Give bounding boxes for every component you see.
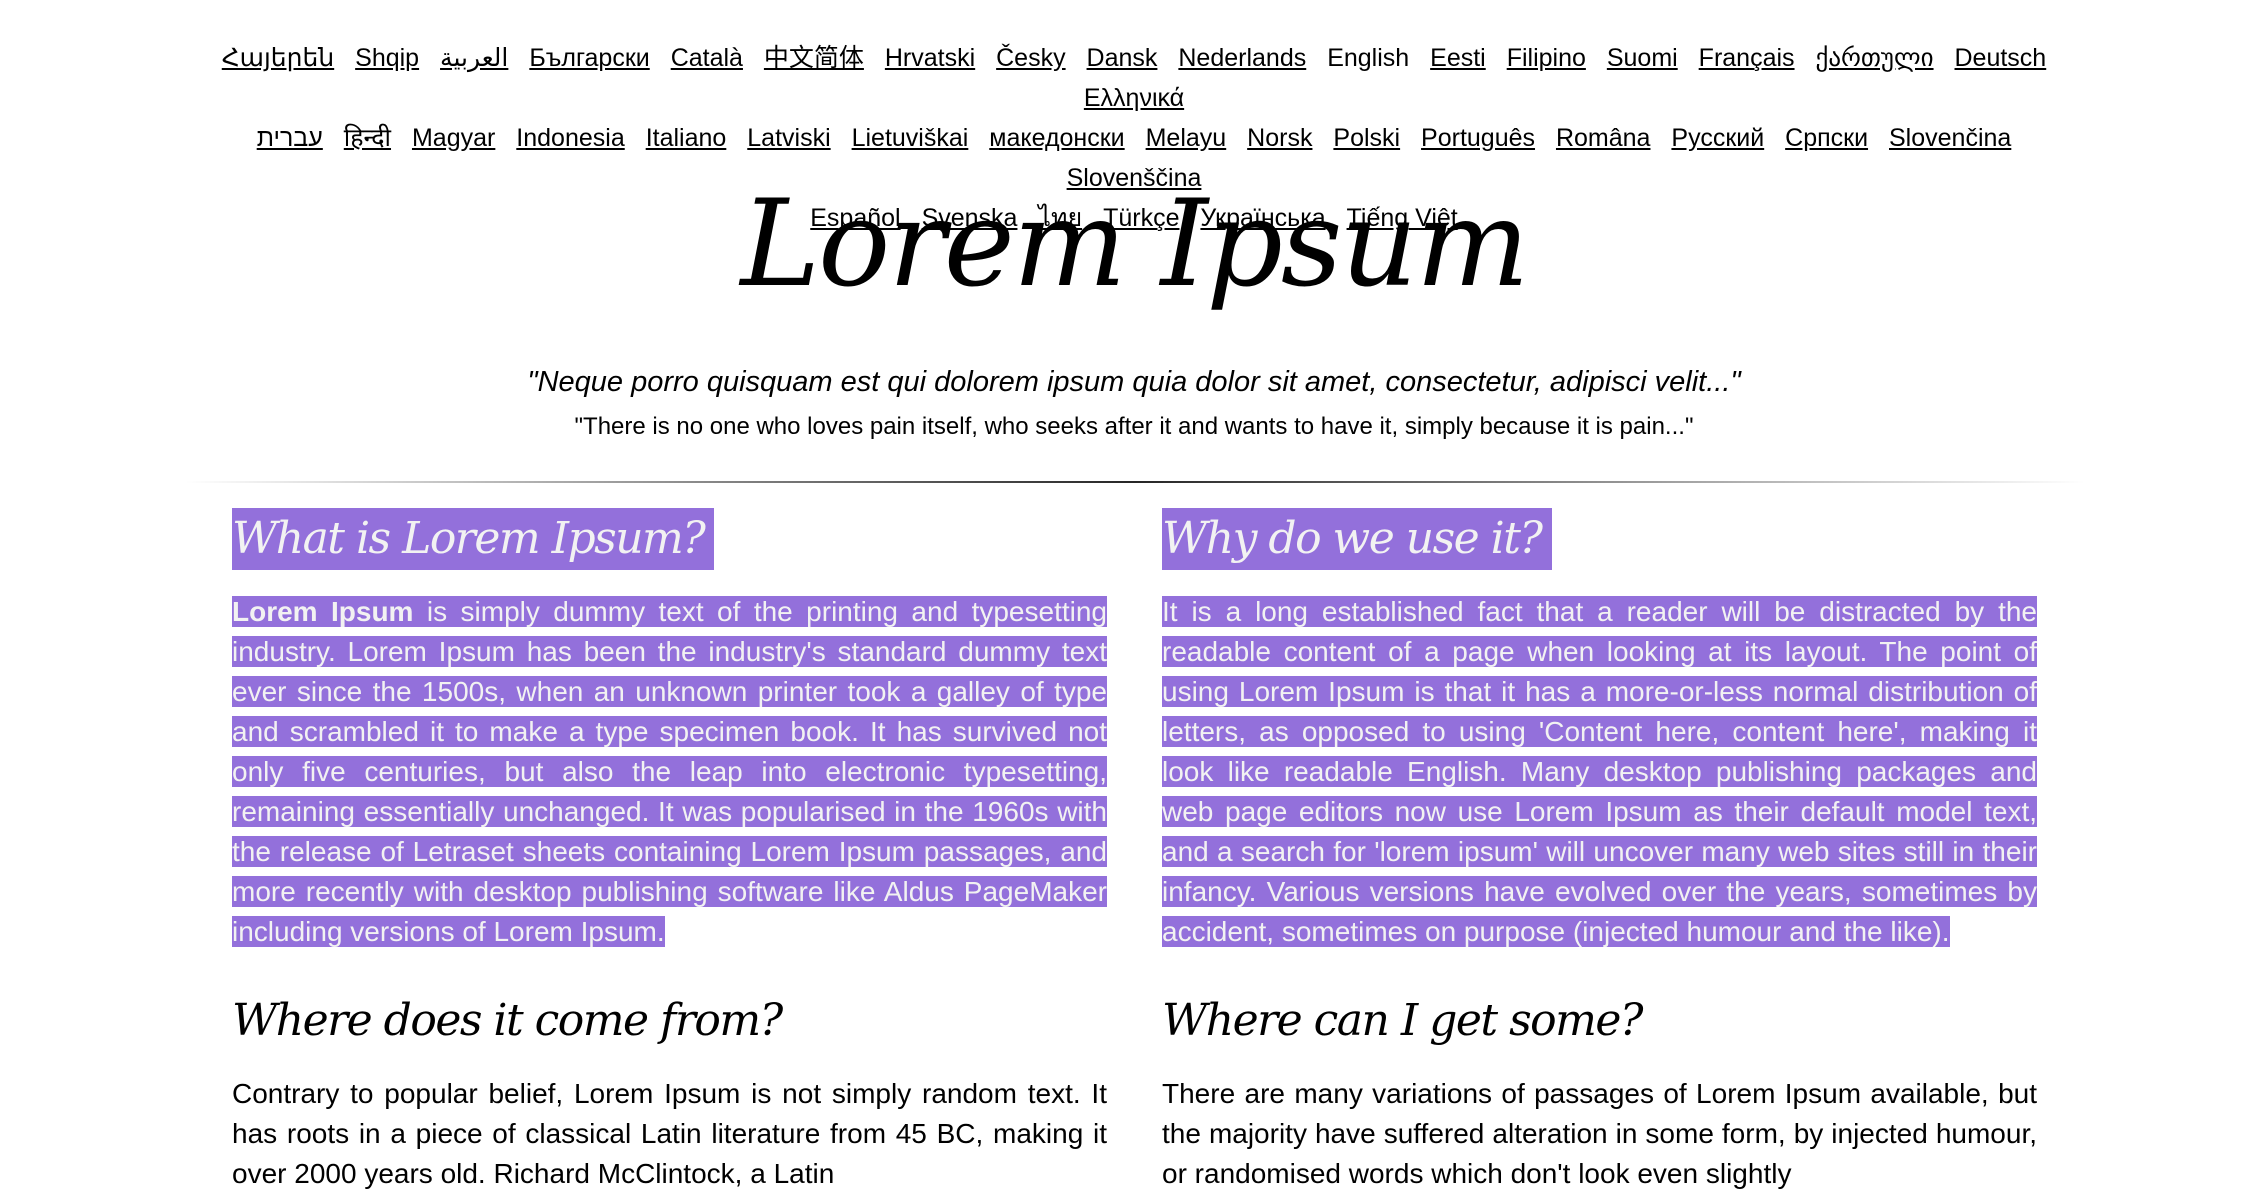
language-link[interactable]: עברית (257, 124, 323, 152)
language-link[interactable]: العربية (440, 44, 508, 72)
language-link[interactable]: Français (1699, 44, 1795, 72)
section-heading: Why do we use it? (1162, 508, 1552, 570)
language-link[interactable]: हिन्दी (344, 124, 391, 152)
section-body: Contrary to popular belief, Lorem Ipsum … (232, 1078, 1107, 1189)
language-link[interactable]: Indonesia (516, 124, 624, 152)
language-link[interactable]: Melayu (1146, 124, 1227, 152)
language-link[interactable]: Magyar (412, 124, 495, 152)
latin-quote: "Neque porro quisquam est qui dolorem ip… (527, 366, 1741, 398)
language-current: English (1327, 44, 1410, 72)
section-what-is-lorem-ipsum: What is Lorem Ipsum? Lorem Ipsum is simp… (232, 508, 1107, 952)
language-link[interactable]: Norsk (1247, 124, 1312, 152)
language-link[interactable]: Ελληνικά (1084, 84, 1184, 112)
language-link[interactable]: Հայերեն (222, 44, 334, 72)
language-link[interactable]: Português (1421, 124, 1535, 152)
body-text: is simply dummy text of the printing and… (232, 596, 1107, 947)
language-link[interactable]: Српски (1785, 124, 1868, 152)
section-heading: Where does it come from? (232, 995, 783, 1046)
language-link[interactable]: Româna (1556, 124, 1651, 152)
language-link[interactable]: Suomi (1607, 44, 1678, 72)
language-link[interactable]: Filipino (1507, 44, 1586, 72)
page-title: Lorem Ipsum (740, 175, 1529, 314)
section-heading: Where can I get some? (1162, 995, 1644, 1046)
language-link[interactable]: Eesti (1430, 44, 1486, 72)
language-link[interactable]: Shqip (355, 44, 419, 72)
language-link[interactable]: Slovenčina (1889, 124, 2011, 152)
language-row: Հայերեն Shqip العربية Български Català 中… (200, 38, 2068, 118)
section-where-get: Where can I get some? There are many var… (1162, 990, 2037, 1194)
language-link[interactable]: Hrvatski (885, 44, 975, 72)
section-body: Lorem Ipsum is simply dummy text of the … (232, 592, 1107, 952)
section-body: There are many variations of passages of… (1162, 1078, 2037, 1189)
language-link[interactable]: Русский (1671, 124, 1764, 152)
section-where-from: Where does it come from? Contrary to pop… (232, 990, 1107, 1194)
language-link[interactable]: Latviski (747, 124, 830, 152)
language-link[interactable]: Česky (996, 44, 1065, 72)
language-link[interactable]: Български (529, 44, 649, 72)
language-link[interactable]: Italiano (646, 124, 727, 152)
section-why-use-it: Why do we use it? It is a long establish… (1162, 508, 2037, 952)
english-quote: "There is no one who loves pain itself, … (574, 413, 1694, 440)
language-link[interactable]: Polski (1333, 124, 1400, 152)
language-link[interactable]: Nederlands (1178, 44, 1306, 72)
section-body: It is a long established fact that a rea… (1162, 592, 2037, 952)
language-link[interactable]: 中文简体 (764, 44, 864, 72)
language-link[interactable]: Català (671, 44, 743, 72)
language-link[interactable]: ქართული (1816, 44, 1934, 72)
language-link[interactable]: Deutsch (1955, 44, 2047, 72)
body-text: It is a long established fact that a rea… (1162, 596, 2037, 947)
language-link[interactable]: Dansk (1087, 44, 1158, 72)
section-heading: What is Lorem Ipsum? (232, 508, 715, 570)
bold-lead: Lorem Ipsum (232, 596, 414, 627)
header-divider (185, 481, 2085, 483)
language-link[interactable]: македонски (989, 124, 1124, 152)
language-link[interactable]: Lietuviškai (852, 124, 969, 152)
